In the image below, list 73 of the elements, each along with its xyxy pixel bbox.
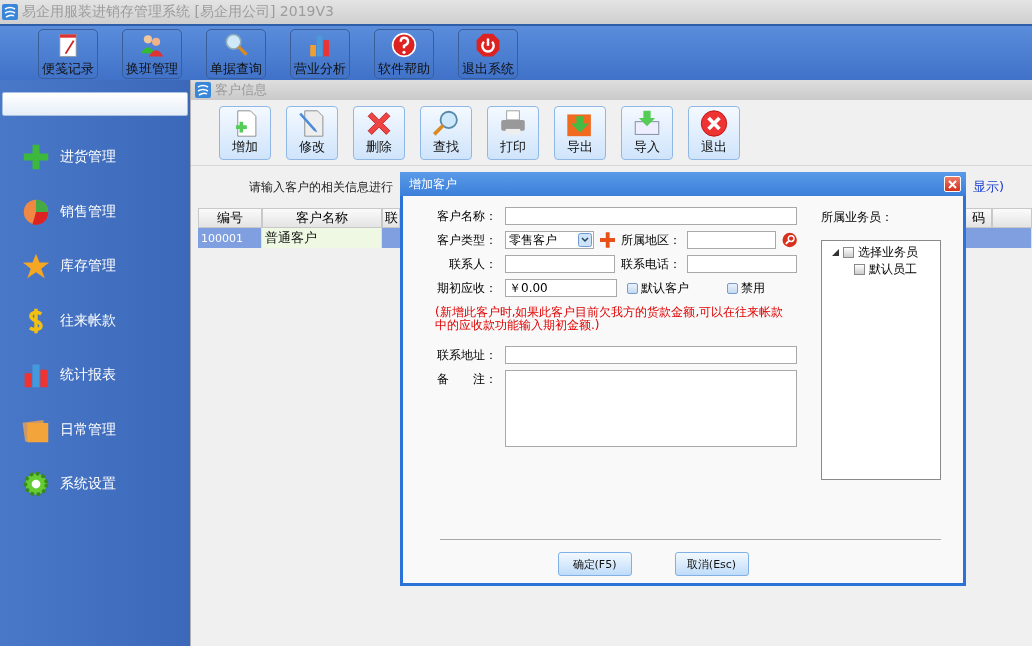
text-area[interactable] [505,370,797,447]
hint-link[interactable]: 显示) [972,178,1004,196]
toolbar-button[interactable]: 查找 [420,105,472,160]
dialog-title: 增加客户 [409,175,457,193]
toolbar-button[interactable]: 导入 [621,105,673,160]
gear-icon [22,470,50,499]
field-label: 联系人： [448,256,497,273]
field-label: 所属业务员： [821,209,894,226]
checkbox[interactable] [627,282,638,294]
tree-item[interactable]: 选择业务员 [858,243,918,261]
field-label: 联系地址： [436,347,497,364]
toolbar-button[interactable]: 单据查询 [206,29,266,79]
toolbar-button[interactable]: 软件帮助 [374,29,434,79]
checkbox[interactable] [843,246,854,258]
plus-icon [22,143,50,172]
input-field[interactable] [687,231,776,249]
input-field[interactable] [505,207,797,225]
field-label: 期初应收： [436,280,497,297]
confirm-button[interactable]: 确定(F5) [557,552,632,576]
input-field[interactable] [687,255,797,273]
expanded-arrow-icon[interactable] [832,248,839,256]
app-logo-icon [2,4,18,20]
tray-arrow-icon [632,108,662,138]
toolbar-button[interactable]: 修改 [286,105,338,160]
sidebar-item[interactable]: 进货管理 [60,148,116,167]
column-header[interactable]: 编号 [198,208,262,228]
table-cell: 普通客户 [262,228,382,248]
table-cell: 100001 [198,228,262,248]
input-field[interactable] [505,346,797,364]
toolbar-button[interactable]: 退出系统 [458,29,518,79]
toolbar-button[interactable]: 退出 [688,105,740,160]
field-label: 客户类型： [436,232,497,249]
checkbox-label: 禁用 [741,279,765,297]
toolbar-button[interactable]: 删除 [353,105,405,160]
plus-icon[interactable] [599,232,615,248]
search-hint: 请输入客户的相关信息进行 [249,178,393,196]
field-label: 客户名称： [436,208,497,225]
field-label: 所属地区： [621,232,681,249]
input-field[interactable]: ￥0.00 [505,279,617,297]
search-icon [431,108,461,138]
note-text: (新增此客户时,如果此客户目前欠我方的货款金额,可以在往来帐款中的应收款功能输入期初金额.) [434,304,785,334]
sidebar-item[interactable]: 系统设置 [60,475,116,494]
window-title: 客户信息 [215,81,267,99]
sidebar-item[interactable]: 库存管理 [60,257,116,276]
close-icon [699,108,729,138]
toolbar-button[interactable]: 增加 [219,105,271,160]
tree-item[interactable]: 默认员工 [869,260,917,278]
toolbar-button[interactable]: 便笺记录 [38,29,98,79]
checkbox[interactable] [727,282,738,294]
pencil-document-icon [297,108,327,138]
sidebar-item[interactable]: 往来帐款 [60,311,116,330]
input-field[interactable] [505,255,615,273]
column-header[interactable]: 客户名称 [262,208,382,228]
search-icon[interactable] [781,232,797,248]
dropdown[interactable]: 零售客户 [505,231,594,249]
close-button[interactable] [944,176,961,192]
app-logo-icon [195,82,211,98]
toolbar-button[interactable]: 导出 [554,105,606,160]
sidebar-item[interactable]: 日常管理 [60,420,116,439]
sidebar-item[interactable]: 统计报表 [60,366,116,385]
cancel-button[interactable]: 取消(Esc) [674,552,749,576]
column-header[interactable]: 联 [382,208,400,228]
sidebar-item[interactable]: 销售管理 [60,202,116,221]
sidebar-field[interactable] [2,92,188,116]
checkbox[interactable] [854,263,865,275]
close-icon [948,179,957,189]
toolbar-button[interactable]: 打印 [487,105,539,160]
checkbox-label: 默认客户 [641,279,689,297]
field-label: 联系电话： [621,256,681,273]
field-label: 备 注： [436,371,497,388]
toolbar-button[interactable]: 换班管理 [122,29,182,79]
pie-chart-icon [22,197,50,226]
toolbar-button[interactable]: 营业分析 [290,29,350,79]
